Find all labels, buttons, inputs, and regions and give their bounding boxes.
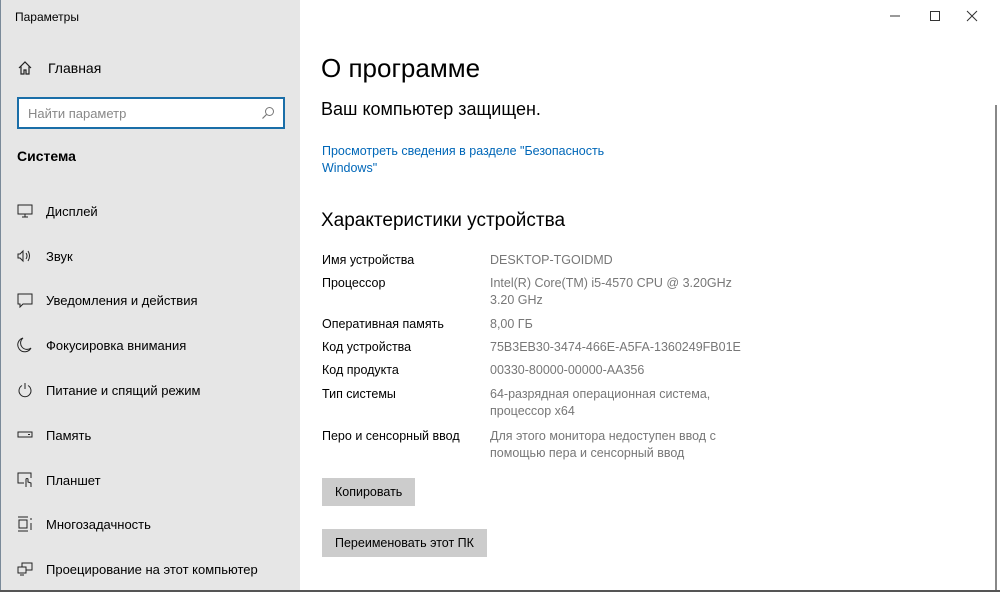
rename-pc-button[interactable]: Переименовать этот ПК (322, 529, 487, 557)
spec-label: Оперативная память (322, 317, 444, 331)
sidebar-item-focus-assist[interactable]: Фокусировка внимания (17, 335, 186, 355)
sidebar: Параметры Главная Система Дисплей Звук У… (0, 0, 300, 592)
specs-heading: Характеристики устройства (321, 210, 566, 231)
spec-row-device-id: Код устройства 75B3EB30-3474-466E-A5FA-13… (322, 339, 770, 356)
sidebar-item-label: Питание и спящий режим (46, 382, 201, 398)
copy-button[interactable]: Копировать (322, 478, 416, 506)
spec-row-pen-touch: Перо и сенсорный ввод Для этого монитора … (322, 428, 740, 462)
spec-label: Код продукта (322, 363, 399, 377)
tablet-icon (17, 472, 33, 488)
page-title: О программе (321, 53, 481, 83)
sidebar-item-notifications[interactable]: Уведомления и действия (17, 290, 198, 310)
sidebar-item-storage[interactable]: Память (17, 425, 91, 445)
home-label: Главная (48, 60, 102, 76)
close-button[interactable] (957, 6, 987, 26)
spec-row-processor: Процессор Intel(R) Core(TM) i5-4570 CPU @… (322, 275, 750, 309)
section-title: Система (17, 148, 76, 164)
app-title: Параметры (15, 10, 79, 24)
moon-icon (17, 337, 33, 353)
sidebar-item-power[interactable]: Питание и спящий режим (17, 380, 200, 400)
storage-icon (17, 427, 33, 443)
multitasking-icon (17, 516, 33, 532)
spec-label: Процессор (322, 276, 386, 290)
protection-status: Ваш компьютер защищен. (321, 99, 541, 119)
sidebar-item-label: Планшет (46, 472, 101, 488)
spec-row-device-name: Имя устройства DESKTOP-TGOIDMD (322, 252, 750, 269)
sidebar-item-label: Фокусировка внимания (46, 337, 187, 353)
minimize-icon (890, 15, 900, 17)
spec-value: 75B3EB30-3474-466E-A5FA-1360249FB01E (490, 340, 741, 354)
spec-value: Intel(R) Core(TM) i5-4570 CPU @ 3.20GHz … (490, 276, 732, 307)
search-icon[interactable] (261, 106, 275, 120)
display-icon (17, 203, 33, 219)
spec-value: 8,00 ГБ (490, 317, 533, 331)
spec-row-system-type: Тип системы 64-разрядная операционная сис… (322, 386, 730, 420)
home-icon (18, 61, 32, 75)
sidebar-item-home[interactable]: Главная (17, 60, 101, 76)
minimize-button[interactable] (880, 6, 910, 26)
spec-value: 64-разрядная операционная система, проце… (490, 387, 711, 418)
sidebar-item-label: Уведомления и действия (46, 292, 198, 308)
sidebar-item-label: Многозадачность (46, 516, 151, 532)
spec-row-product-id: Код продукта 00330-80000-00000-AA356 (322, 362, 750, 379)
notification-icon (17, 292, 33, 308)
sidebar-item-projecting[interactable]: Проецирование на этот компьютер (17, 559, 258, 579)
sidebar-item-label: Звук (46, 248, 73, 264)
spec-label: Код устройства (322, 340, 412, 354)
scrollbar[interactable] (995, 105, 997, 592)
sidebar-item-label: Дисплей (46, 203, 98, 219)
spec-row-ram: Оперативная память 8,00 ГБ (322, 316, 750, 333)
power-icon (17, 382, 33, 398)
spec-value: 00330-80000-00000-AA356 (490, 363, 645, 377)
spec-value: Для этого монитора недоступен ввод с пом… (490, 429, 716, 460)
spec-label: Имя устройства (322, 253, 415, 267)
sidebar-item-label: Память (46, 427, 92, 443)
maximize-icon (930, 11, 940, 21)
maximize-button[interactable] (920, 6, 950, 26)
search-box[interactable] (17, 97, 285, 129)
sidebar-item-tablet[interactable]: Планшет (17, 470, 101, 490)
sidebar-item-display[interactable]: Дисплей (17, 201, 98, 221)
projecting-icon (17, 561, 33, 577)
sidebar-item-sound[interactable]: Звук (17, 246, 73, 266)
spec-value: DESKTOP-TGOIDMD (490, 253, 613, 267)
close-icon (966, 10, 978, 22)
spec-label: Тип системы (322, 387, 396, 401)
main-content: О программе Ваш компьютер защищен. Просм… (300, 0, 1000, 592)
sound-icon (17, 248, 33, 264)
security-link[interactable]: Просмотреть сведения в разделе "Безопасн… (322, 143, 632, 177)
sidebar-item-label: Проецирование на этот компьютер (46, 561, 258, 577)
search-input[interactable] (19, 105, 261, 121)
spec-label: Перо и сенсорный ввод (322, 429, 460, 443)
sidebar-item-multitasking[interactable]: Многозадачность (17, 514, 151, 534)
